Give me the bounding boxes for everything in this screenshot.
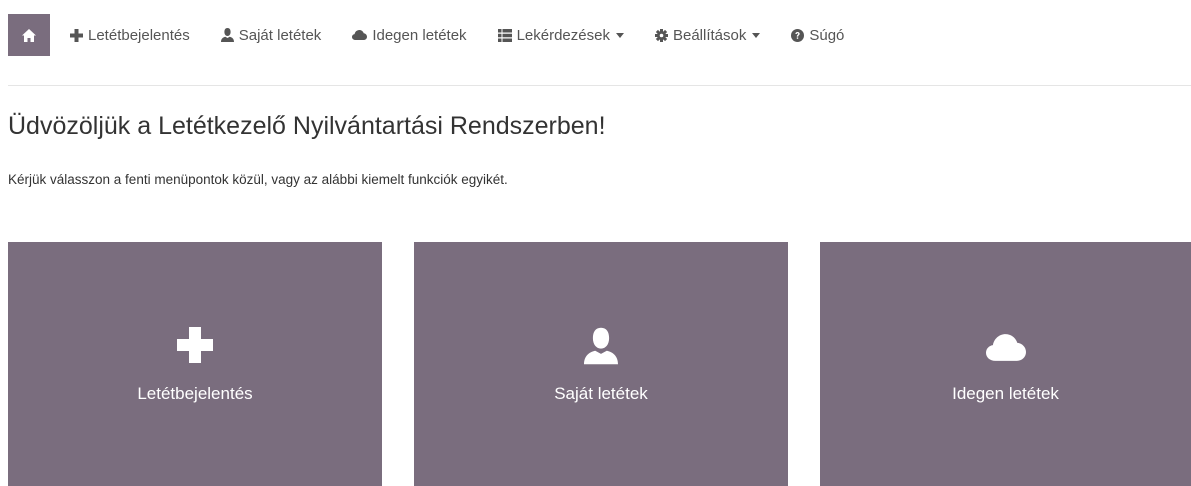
cloud-icon bbox=[985, 334, 1026, 361]
nav-item-label: Beállítások bbox=[672, 26, 747, 44]
nav-item-label: Saját letétek bbox=[238, 26, 322, 44]
intro-text: Kérjük válasszon a fenti menüpontok közü… bbox=[8, 172, 508, 187]
plus-icon bbox=[177, 327, 213, 363]
chevron-down-icon bbox=[615, 32, 624, 38]
home-button[interactable] bbox=[8, 14, 50, 56]
plus-icon bbox=[70, 28, 83, 42]
tile-label: Letétbejelentés bbox=[137, 384, 253, 403]
user-icon bbox=[220, 28, 234, 42]
tile-idegen-letetek[interactable]: Idegen letétek bbox=[820, 242, 1191, 486]
nav-item-idegen-letetek[interactable]: Idegen letétek bbox=[352, 26, 467, 44]
nav-item-beallitasok[interactable]: Beállítások bbox=[654, 26, 761, 44]
home-icon bbox=[22, 28, 36, 42]
page-title: Üdvözöljük a Letétkezelő Nyilvántartási … bbox=[8, 112, 606, 140]
chevron-down-icon bbox=[752, 32, 761, 38]
user-icon bbox=[584, 327, 618, 365]
nav-item-label: Súgó bbox=[809, 26, 845, 44]
top-navbar: Letétbejelentés Saját letétek Idegen let… bbox=[8, 14, 875, 56]
nav-item-sugo[interactable]: Súgó bbox=[791, 27, 844, 44]
nav-item-lekerdezesek[interactable]: Lekérdezések bbox=[497, 26, 624, 44]
nav-item-label: Letétbejelentés bbox=[88, 26, 190, 44]
question-icon bbox=[791, 28, 805, 42]
gear-icon bbox=[654, 28, 668, 42]
nav-item-label: Lekérdezések bbox=[516, 26, 610, 44]
tile-sajat-letetek[interactable]: Saját letétek bbox=[414, 242, 788, 486]
list-icon bbox=[497, 28, 512, 42]
nav-item-letetbejelentes[interactable]: Letétbejelentés bbox=[70, 27, 190, 44]
tile-letetbejelentes[interactable]: Letétbejelentés bbox=[8, 242, 382, 486]
header-divider bbox=[8, 85, 1191, 86]
tile-label: Idegen letétek bbox=[952, 384, 1059, 403]
cloud-icon bbox=[352, 30, 368, 40]
nav-item-sajat-letetek[interactable]: Saját letétek bbox=[220, 26, 322, 44]
tile-label: Saját letétek bbox=[554, 384, 648, 403]
nav-item-label: Idegen letétek bbox=[372, 26, 467, 44]
